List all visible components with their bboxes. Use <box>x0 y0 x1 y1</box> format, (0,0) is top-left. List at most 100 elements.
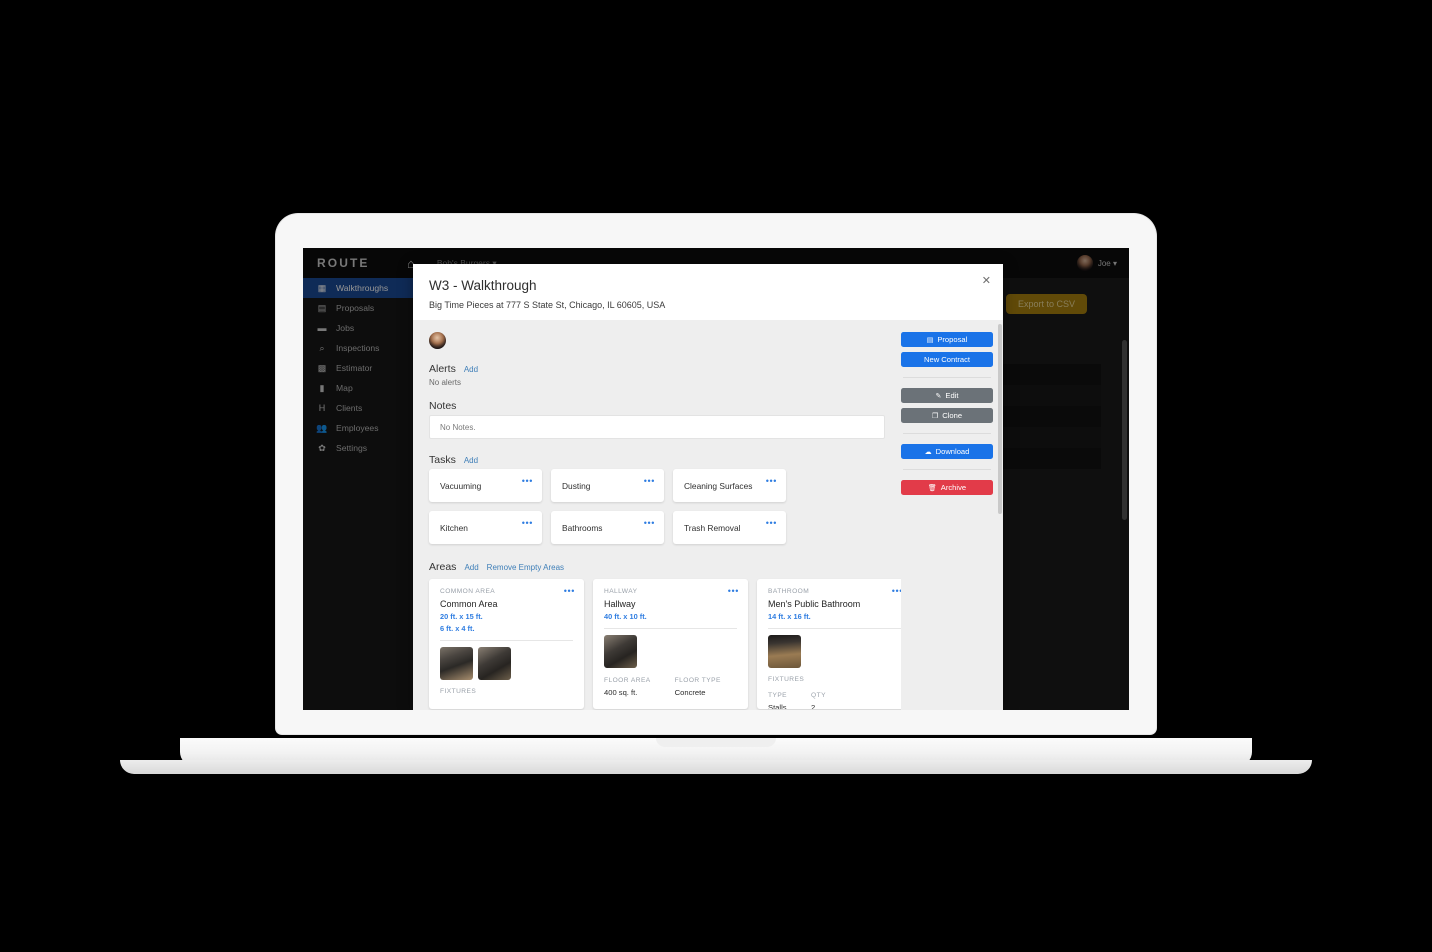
area-name: Men's Public Bathroom <box>768 599 861 609</box>
area-card[interactable]: ••• COMMON AREA Common Area 20 ft. x 15 ft.… <box>429 579 584 709</box>
archive-button[interactable]: 🗑 Archive <box>901 480 993 495</box>
task-name: Kitchen <box>440 522 468 533</box>
button-label: Download <box>935 447 970 456</box>
notes-empty-text: No Notes. <box>440 422 476 432</box>
task-card[interactable]: Vacuuming ••• <box>429 469 542 502</box>
modal-body: Alerts Add No alerts Notes No Notes. Tas… <box>413 320 1003 710</box>
fixtures-label: FIXTURES <box>440 688 477 695</box>
task-name: Vacuuming <box>440 480 482 491</box>
task-name: Cleaning Surfaces <box>684 480 753 491</box>
area-options-icon[interactable]: ••• <box>892 587 901 596</box>
fixture-type-label: TYPE <box>768 692 788 699</box>
task-options-icon[interactable]: ••• <box>522 477 533 486</box>
new-contract-button[interactable]: New Contract <box>901 352 993 367</box>
divider <box>604 628 737 629</box>
task-name: Trash Removal <box>684 522 741 533</box>
divider <box>903 433 991 434</box>
area-dimension: 40 ft. x 10 ft. <box>604 612 647 621</box>
edit-button[interactable]: ✎ Edit <box>901 388 993 403</box>
area-kind: COMMON AREA <box>440 588 496 595</box>
task-list: Vacuuming ••• Dusting ••• Cleaning Surfaces •… <box>429 469 885 544</box>
button-label: Edit <box>945 391 959 400</box>
button-label: New Contract <box>923 355 970 364</box>
area-kind: HALLWAY <box>604 588 638 595</box>
add-area-link[interactable]: Add <box>464 563 478 572</box>
task-card[interactable]: Dusting ••• <box>551 469 664 502</box>
divider <box>903 469 991 470</box>
fixture-meta-row: TYPE Stalls QTY 2 <box>768 692 901 709</box>
area-card[interactable]: ••• BATHROOM Men's Public Bathroom 14 ft. x… <box>757 579 901 709</box>
area-thumbnails <box>768 635 901 668</box>
task-options-icon[interactable]: ••• <box>644 519 655 528</box>
areas-title: Areas <box>429 561 457 573</box>
walkthrough-detail-modal: W3 - Walkthrough Big Time Pieces at 777 … <box>413 264 1003 710</box>
area-photo[interactable] <box>768 635 801 668</box>
modal-action-column: ▤ Proposal New Contract ✎ Edit ❐ Clone ☁ Downloa… <box>901 320 1003 710</box>
page-title: W3 - Walkthrough <box>429 278 537 293</box>
task-options-icon[interactable]: ••• <box>766 519 777 528</box>
close-icon[interactable]: ✕ <box>982 276 991 287</box>
area-meta-row: FLOOR AREA 400 sq. ft. FLOOR TYPE Concrete <box>604 677 737 697</box>
fixture-type-value: Stalls <box>768 703 787 709</box>
modal-subtitle: Big Time Pieces at 777 S State St, Chica… <box>429 300 666 310</box>
task-options-icon[interactable]: ••• <box>766 477 777 486</box>
tasks-title: Tasks <box>429 454 456 466</box>
modal-main-column: Alerts Add No alerts Notes No Notes. Tas… <box>413 320 901 710</box>
area-options-icon[interactable]: ••• <box>564 587 575 596</box>
download-button[interactable]: ☁ Download <box>901 444 993 459</box>
task-card[interactable]: Trash Removal ••• <box>673 511 786 544</box>
floor-area-label: FLOOR AREA <box>604 677 651 684</box>
fixtures-label: FIXTURES <box>768 676 805 683</box>
area-name: Common Area <box>440 599 498 609</box>
area-photo[interactable] <box>440 647 473 680</box>
task-options-icon[interactable]: ••• <box>522 519 533 528</box>
avatar <box>429 332 446 349</box>
floor-type-value: Concrete <box>674 688 706 697</box>
copy-icon: ❐ <box>931 412 939 420</box>
button-label: Proposal <box>937 335 968 344</box>
task-card[interactable]: Bathrooms ••• <box>551 511 664 544</box>
divider <box>903 377 991 378</box>
area-name: Hallway <box>604 599 636 609</box>
area-photo[interactable] <box>604 635 637 668</box>
area-kind: BATHROOM <box>768 588 810 595</box>
pencil-icon: ✎ <box>935 392 942 400</box>
area-thumbnails <box>440 647 573 680</box>
divider <box>768 628 901 629</box>
area-dimension: 6 ft. x 4 ft. <box>440 624 475 633</box>
task-options-icon[interactable]: ••• <box>644 477 655 486</box>
area-card[interactable]: ••• HALLWAY Hallway 40 ft. x 10 ft. FLOOR AR… <box>593 579 748 709</box>
area-list: ••• COMMON AREA Common Area 20 ft. x 15 ft.… <box>429 579 901 709</box>
remove-empty-areas-link[interactable]: Remove Empty Areas <box>487 563 564 572</box>
cloud-download-icon: ☁ <box>924 448 932 456</box>
app-window: ROUTE ⌂ Bob's Burgers ▾ Joe ▾ ▦ Walkthrou… <box>303 248 1129 710</box>
laptop-screen: ROUTE ⌂ Bob's Burgers ▾ Joe ▾ ▦ Walkthrou… <box>303 248 1129 710</box>
button-label: Archive <box>940 483 967 492</box>
alerts-title: Alerts <box>429 363 456 375</box>
area-dimension: 14 ft. x 16 ft. <box>768 612 811 621</box>
notes-title: Notes <box>429 400 457 412</box>
document-icon: ▤ <box>926 336 934 344</box>
task-card[interactable]: Cleaning Surfaces ••• <box>673 469 786 502</box>
fixture-qty-label: QTY <box>811 692 826 699</box>
add-task-link[interactable]: Add <box>464 456 478 465</box>
task-name: Bathrooms <box>562 522 603 533</box>
modal-header: W3 - Walkthrough Big Time Pieces at 777 … <box>413 264 1003 320</box>
laptop-foot <box>120 760 1312 774</box>
clone-button[interactable]: ❐ Clone <box>901 408 993 423</box>
screenshot-canvas: ROUTE ⌂ Bob's Burgers ▾ Joe ▾ ▦ Walkthrou… <box>0 0 1432 952</box>
notes-box[interactable]: No Notes. <box>429 415 885 439</box>
areas-section-header: Areas Add Remove Empty Areas <box>429 561 885 573</box>
add-alert-link[interactable]: Add <box>464 365 478 374</box>
modal-scrollbar[interactable] <box>998 324 1002 514</box>
task-name: Dusting <box>562 480 591 491</box>
areas-section: Areas Add Remove Empty Areas ••• COMMON A… <box>429 561 901 709</box>
area-photo[interactable] <box>478 647 511 680</box>
proposal-button[interactable]: ▤ Proposal <box>901 332 993 347</box>
area-dimension: 20 ft. x 15 ft. <box>440 612 483 621</box>
area-options-icon[interactable]: ••• <box>728 587 739 596</box>
alerts-section-header: Alerts Add <box>429 363 885 375</box>
tasks-section-header: Tasks Add <box>429 454 885 466</box>
area-thumbnails <box>604 635 737 668</box>
task-card[interactable]: Kitchen ••• <box>429 511 542 544</box>
